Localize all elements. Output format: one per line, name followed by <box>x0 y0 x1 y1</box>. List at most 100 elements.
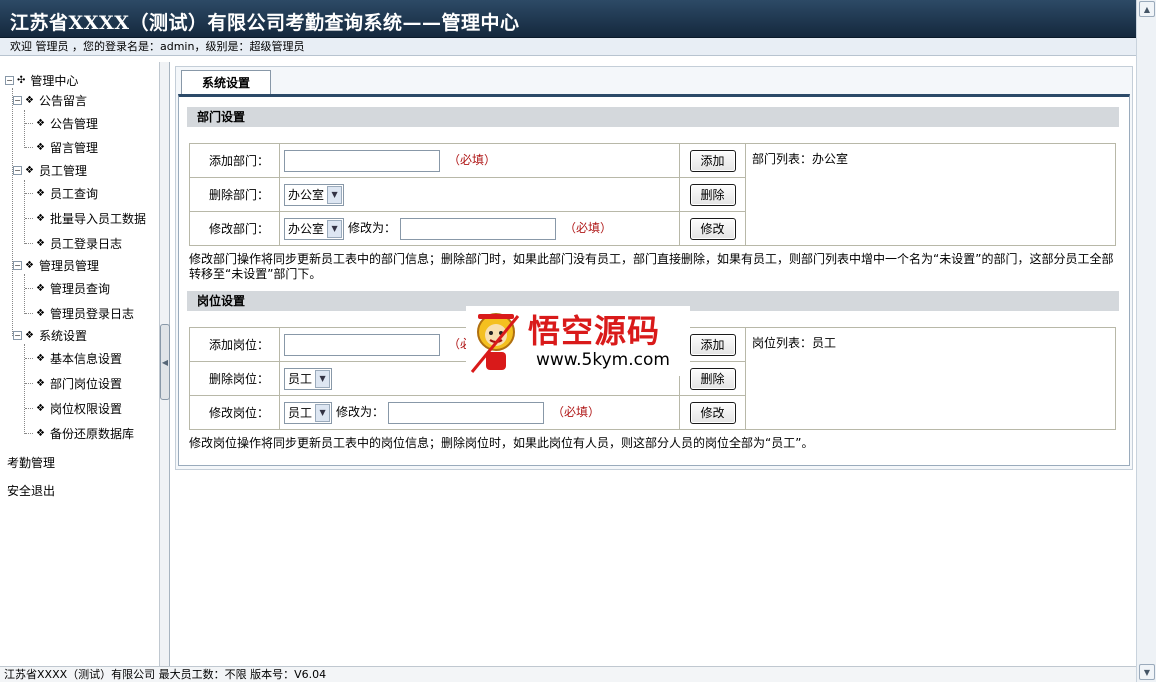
sidebar-item-dept-position[interactable]: ❖ 部门岗位设置 <box>25 373 122 393</box>
sidebar-splitter[interactable]: ◀ <box>160 62 170 666</box>
sidebar-item-employee-login-log[interactable]: ❖ 员工登录日志 <box>25 233 122 253</box>
edit-position-label: 修改岗位： <box>189 395 280 430</box>
sidebar-item-label: 员工登录日志 <box>49 236 122 251</box>
required-hint: （必填） <box>552 405 601 419</box>
monkey-mascot-icon <box>470 313 520 373</box>
tab-system-settings[interactable]: 系统设置 <box>181 70 271 95</box>
folder-node-icon: ❖ <box>25 259 34 271</box>
edit-department-label: 修改部门： <box>189 211 280 246</box>
leaf-node-icon: ❖ <box>36 352 45 364</box>
tree-group-label: 员工管理 <box>38 163 87 178</box>
tree-connector <box>12 88 13 336</box>
edit-position-button[interactable]: 修改 <box>689 401 736 424</box>
sidebar-item-label: 岗位权限设置 <box>49 401 122 416</box>
required-hint: （必填） <box>448 153 497 167</box>
scroll-down-icon[interactable]: ▼ <box>1139 664 1155 680</box>
edit-department-input[interactable] <box>400 217 557 240</box>
edit-department-select[interactable]: 办公室 ▼ <box>284 217 345 240</box>
sidebar-item-label: 留言管理 <box>49 140 98 155</box>
leaf-node-icon: ❖ <box>36 141 45 153</box>
collapse-icon[interactable]: − <box>13 165 22 175</box>
delete-position-label: 删除岗位： <box>189 361 280 396</box>
sidebar-item-label: 部门岗位设置 <box>49 376 122 391</box>
tree-root[interactable]: − ✣ 管理中心 <box>5 70 78 90</box>
leaf-node-icon: ❖ <box>36 402 45 414</box>
chevron-down-icon: ▼ <box>315 403 331 422</box>
position-note: 修改岗位操作将同步更新员工表中的岗位信息；删除岗位时，如果此岗位有人员，则这部分… <box>189 436 814 450</box>
sidebar-item-label: 管理员登录日志 <box>49 306 134 321</box>
window-scrollbar[interactable]: ▲ ▼ <box>1136 0 1156 682</box>
leaf-node-icon: ❖ <box>36 377 45 389</box>
department-section-header: 部门设置 <box>187 107 1119 127</box>
edit-to-label: 修改为： <box>336 405 385 419</box>
collapse-icon[interactable]: − <box>13 260 22 270</box>
edit-department-button[interactable]: 修改 <box>689 217 736 240</box>
add-department-button[interactable]: 添加 <box>689 149 736 172</box>
sidebar-link-attendance[interactable]: 考勤管理 <box>7 454 55 471</box>
leaf-node-icon: ❖ <box>36 237 45 249</box>
collapse-sidebar-icon[interactable]: ◀ <box>160 324 170 400</box>
sidebar-item-position-permissions[interactable]: ❖ 岗位权限设置 <box>25 398 122 418</box>
add-position-input[interactable] <box>284 333 440 356</box>
sidebar-item-basic-info[interactable]: ❖ 基本信息设置 <box>25 348 122 368</box>
sidebar-item-message-mgmt[interactable]: ❖ 留言管理 <box>25 137 98 157</box>
watermark-title: 悟空源码 <box>528 312 661 350</box>
department-list: 部门列表：办公室 <box>745 143 1116 246</box>
app-header: 江苏省XXXX（测试）有限公司考勤查询系统——管理中心 <box>0 0 1136 38</box>
sidebar-item-announcement-mgmt[interactable]: ❖ 公告管理 <box>25 113 98 133</box>
sidebar-link-logout[interactable]: 安全退出 <box>7 482 55 499</box>
leaf-node-icon: ❖ <box>36 187 45 199</box>
add-department-label: 添加部门： <box>189 143 280 178</box>
edit-position-select[interactable]: 员工 ▼ <box>284 401 333 424</box>
tree-group-label: 系统设置 <box>38 328 87 343</box>
sidebar-item-label: 公告管理 <box>49 116 98 131</box>
tree-group-admins[interactable]: − ❖ 管理员管理 <box>13 255 99 275</box>
sidebar-item-label: 员工查询 <box>49 186 98 201</box>
chevron-down-icon: ▼ <box>327 185 343 204</box>
leaf-node-icon: ❖ <box>36 307 45 319</box>
leaf-node-icon: ❖ <box>36 117 45 129</box>
department-note: 修改部门操作将同步更新员工表中的部门信息；删除部门时，如果此部门没有员工，部门直… <box>189 252 1114 281</box>
sidebar-item-label: 管理员查询 <box>49 281 110 296</box>
sidebar-item-bulk-import[interactable]: ❖ 批量导入员工数据 <box>25 208 146 228</box>
add-department-input[interactable] <box>284 149 440 172</box>
sidebar-item-label: 批量导入员工数据 <box>49 211 146 226</box>
delete-position-button[interactable]: 删除 <box>689 367 736 390</box>
tree-group-label: 公告留言 <box>38 93 87 108</box>
tree-group-label: 管理员管理 <box>38 258 99 273</box>
leaf-node-icon: ❖ <box>36 282 45 294</box>
watermark-logo: 悟空源码 www.5kym.com <box>466 306 690 376</box>
leaf-node-icon: ❖ <box>36 212 45 224</box>
sidebar-nav: − ✣ 管理中心 − ❖ 公告留言 ❖ 公告管理 ❖ 留言管理 − ❖ 员工管理… <box>0 62 160 666</box>
add-position-button[interactable]: 添加 <box>689 333 736 356</box>
delete-department-select[interactable]: 办公室 ▼ <box>284 183 345 206</box>
position-list: 岗位列表：员工 <box>745 327 1116 430</box>
tree-group-employees[interactable]: − ❖ 员工管理 <box>13 160 87 180</box>
root-node-icon: ✣ <box>17 74 26 86</box>
tree-group-system-settings[interactable]: − ❖ 系统设置 <box>13 325 87 345</box>
add-position-label: 添加岗位： <box>189 327 280 362</box>
collapse-icon[interactable]: − <box>13 330 22 340</box>
delete-department-label: 删除部门： <box>189 177 280 212</box>
delete-position-select[interactable]: 员工 ▼ <box>284 367 333 390</box>
welcome-text: 欢迎 管理员 ，您的登录名是：admin，级别是：超级管理员 <box>0 38 1136 56</box>
delete-department-button[interactable]: 删除 <box>689 183 736 206</box>
watermark-url: www.5kym.com <box>536 350 670 370</box>
folder-node-icon: ❖ <box>25 164 34 176</box>
department-form: 添加部门： （必填） 添加 部门列表：办公室 删除部门： 办公室 ▼ 删除 修改部… <box>189 143 1116 246</box>
sidebar-item-employee-query[interactable]: ❖ 员工查询 <box>25 183 98 203</box>
required-hint: （必填） <box>564 221 613 235</box>
chevron-down-icon: ▼ <box>327 219 343 238</box>
edit-to-label: 修改为： <box>348 221 397 235</box>
sidebar-item-admin-login-log[interactable]: ❖ 管理员登录日志 <box>25 303 134 323</box>
folder-node-icon: ❖ <box>25 329 34 341</box>
collapse-icon[interactable]: − <box>5 75 14 85</box>
tree-group-announcements[interactable]: − ❖ 公告留言 <box>13 90 87 110</box>
edit-position-input[interactable] <box>388 401 545 424</box>
app-title: 江苏省XXXX（测试）有限公司考勤查询系统——管理中心 <box>10 12 520 34</box>
sidebar-item-backup-restore[interactable]: ❖ 备份还原数据库 <box>25 423 134 443</box>
sidebar-item-admin-query[interactable]: ❖ 管理员查询 <box>25 278 110 298</box>
scroll-up-icon[interactable]: ▲ <box>1139 1 1155 17</box>
status-bar: 江苏省XXXX（测试）有限公司 最大员工数：不限 版本号：V6.04 <box>0 666 1136 682</box>
collapse-icon[interactable]: − <box>13 95 22 105</box>
